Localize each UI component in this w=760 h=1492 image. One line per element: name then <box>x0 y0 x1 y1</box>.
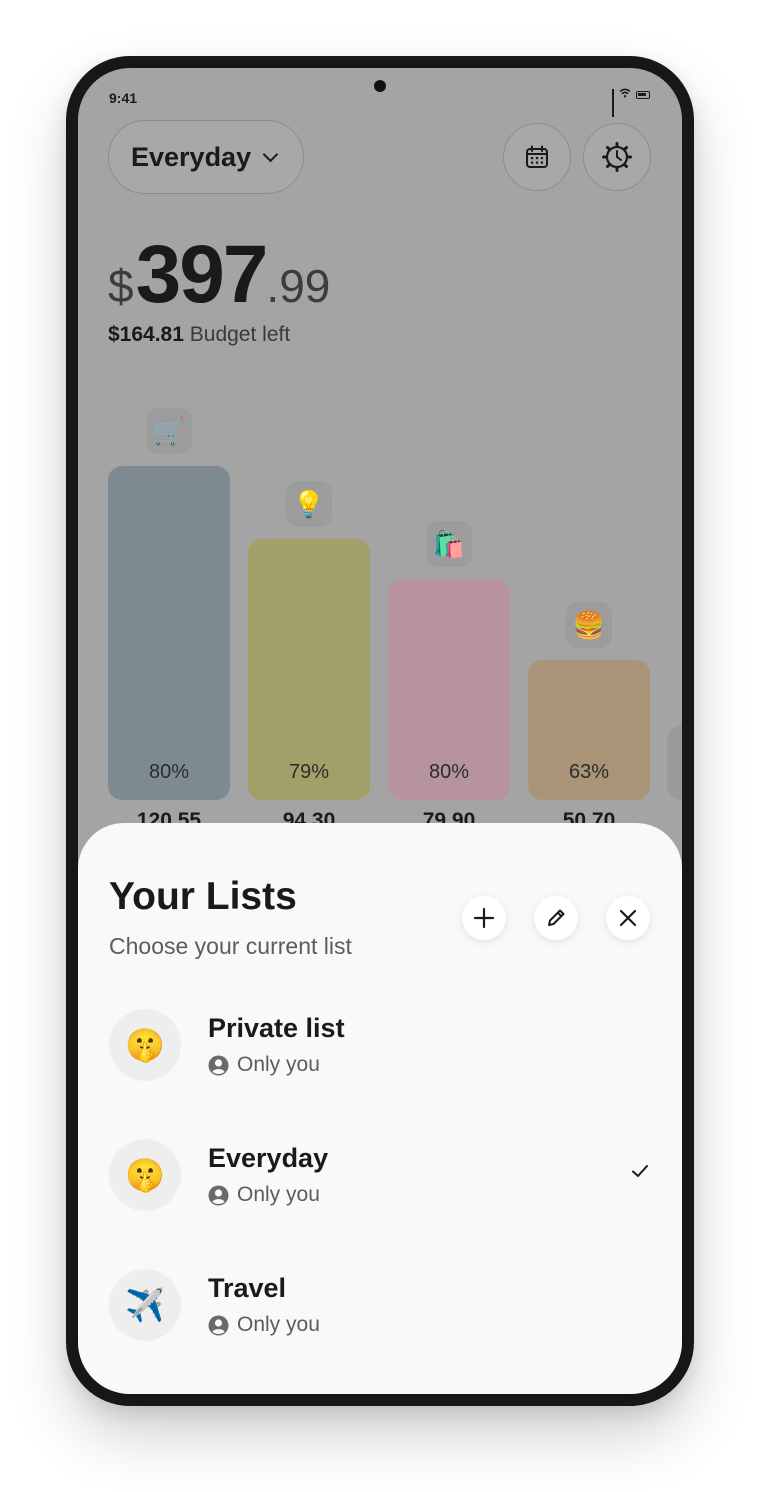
battery-icon <box>636 90 650 99</box>
bar-category-icon: 🛍️ <box>426 521 472 567</box>
list-item[interactable]: ✈️ Travel Only you <box>109 1269 654 1345</box>
list-selector[interactable]: Everyday <box>108 120 304 194</box>
amount-integer: 397 <box>135 229 269 320</box>
chart-bar[interactable]: 80% <box>108 466 230 800</box>
chevron-down-icon <box>262 146 279 162</box>
person-icon <box>208 1315 229 1336</box>
camera-cutout <box>374 80 386 92</box>
list-item[interactable]: 🤫 Private list Only you <box>109 1009 654 1085</box>
close-sheet-button[interactable] <box>606 896 650 940</box>
list-emoji-icon: ✈️ <box>109 1269 181 1341</box>
list-owner-label: Only you <box>237 1313 320 1336</box>
list-owner: Only you <box>208 1053 320 1077</box>
chart-bar[interactable]: 80% <box>388 579 510 800</box>
list-owner-label: Only you <box>237 1053 320 1076</box>
phone-frame: 9:41 Everyday $ 397 .99 $164.81 Budget l… <box>66 56 694 1406</box>
app-screen: 9:41 Everyday $ 397 .99 $164.81 Budget l… <box>78 68 682 1394</box>
lists-sheet: Your Lists Choose your current list 🤫 Pri… <box>78 823 682 1394</box>
bar-percent-label: 80% <box>148 761 190 783</box>
plus-icon <box>473 907 495 929</box>
calendar-icon <box>526 145 548 168</box>
add-list-button[interactable] <box>462 896 506 940</box>
list-item[interactable]: 🤫 Everyday Only you <box>109 1139 654 1215</box>
person-icon <box>208 1055 229 1076</box>
total-amount: $ 397 .99 <box>108 228 330 322</box>
chart-bar[interactable]: 79% <box>248 539 370 800</box>
list-owner: Only you <box>208 1313 320 1337</box>
sheet-title: Your Lists <box>109 875 297 918</box>
check-icon <box>630 1163 650 1184</box>
list-owner-label: Only you <box>237 1183 320 1206</box>
currency-symbol: $ <box>108 260 134 312</box>
list-selector-label: Everyday <box>131 141 252 172</box>
list-owner: Only you <box>208 1183 320 1207</box>
pencil-icon <box>548 909 565 926</box>
bar-percent-label: 63% <box>568 761 610 783</box>
list-emoji-icon: 🤫 <box>109 1139 181 1211</box>
bar-category-icon: 🛒 <box>146 408 192 454</box>
budget-left-value: $164.81 <box>108 323 184 346</box>
list-name: Everyday <box>208 1143 329 1173</box>
bar-category-icon: 🍔 <box>566 602 612 648</box>
bar-peek <box>667 726 682 800</box>
wifi-icon <box>619 88 631 101</box>
person-icon <box>208 1185 229 1206</box>
list-emoji-icon: 🤫 <box>109 1009 181 1081</box>
budget-left-label: Budget left <box>189 323 291 346</box>
signal-icon <box>611 89 614 117</box>
calendar-button[interactable] <box>503 123 571 191</box>
status-icons <box>611 88 650 117</box>
chart-bar[interactable]: 63% <box>528 660 650 800</box>
bar-percent-label: 80% <box>428 761 470 783</box>
amount-decimal: .99 <box>266 260 331 312</box>
list-name: Travel <box>208 1273 287 1303</box>
close-icon <box>619 909 637 927</box>
budget-left: $164.81 Budget left <box>108 323 290 347</box>
settings-icon <box>602 142 632 172</box>
list-name: Private list <box>208 1013 345 1043</box>
bar-percent-label: 79% <box>288 761 330 783</box>
settings-button[interactable] <box>583 123 651 191</box>
edit-lists-button[interactable] <box>534 896 578 940</box>
sheet-subtitle: Choose your current list <box>109 933 352 959</box>
status-time: 9:41 <box>109 90 138 106</box>
bar-category-icon: 💡 <box>286 481 332 527</box>
